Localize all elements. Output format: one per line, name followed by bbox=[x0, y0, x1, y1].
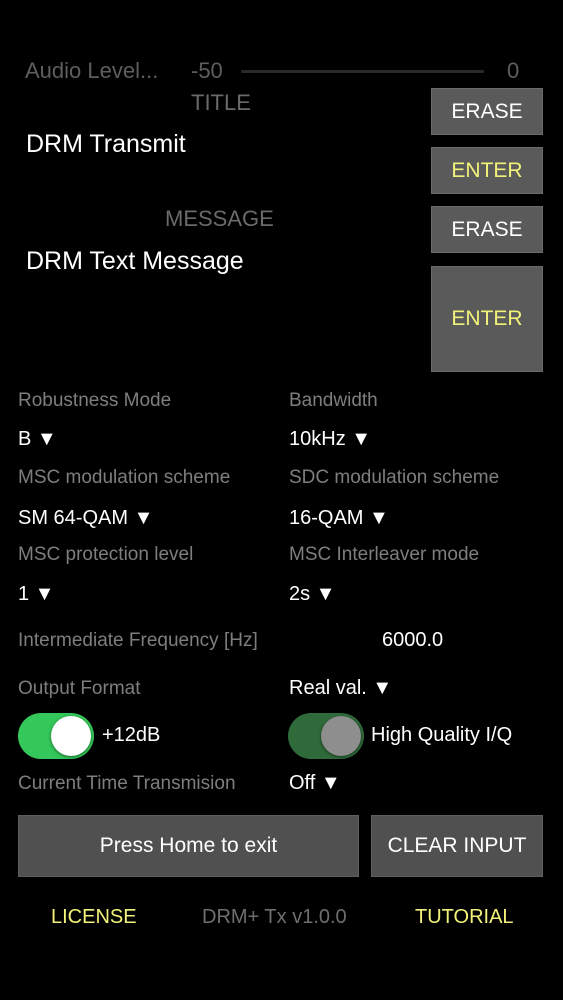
robustness-label: Robustness Mode bbox=[18, 390, 172, 411]
if-frequency-input[interactable]: 6000.0 bbox=[382, 629, 443, 652]
msc-protection-select[interactable]: 1 ▼ bbox=[18, 583, 54, 606]
title-heading: TITLE bbox=[191, 90, 251, 115]
robustness-select[interactable]: B ▼ bbox=[18, 428, 57, 451]
msc-interleaver-label: MSC Interleaver mode bbox=[289, 544, 480, 565]
output-format-select[interactable]: Real val. ▼ bbox=[289, 677, 392, 700]
message-erase-button[interactable]: ERASE bbox=[431, 206, 543, 253]
press-home-button[interactable]: Press Home to exit bbox=[18, 815, 359, 877]
time-transmission-label: Current Time Transmision bbox=[18, 773, 236, 794]
msc-protection-label: MSC protection level bbox=[18, 544, 194, 565]
msc-interleaver-select[interactable]: 2s ▼ bbox=[289, 583, 335, 606]
title-erase-button[interactable]: ERASE bbox=[431, 88, 543, 135]
gain-toggle[interactable] bbox=[18, 713, 94, 759]
hq-iq-toggle[interactable] bbox=[288, 713, 364, 759]
message-heading: MESSAGE bbox=[165, 206, 274, 231]
audio-level-label: Audio Level... bbox=[25, 58, 159, 83]
if-frequency-label: Intermediate Frequency [Hz] bbox=[18, 630, 258, 651]
bandwidth-select[interactable]: 10kHz ▼ bbox=[289, 428, 371, 451]
msc-modulation-label: MSC modulation scheme bbox=[18, 467, 231, 488]
msc-modulation-select[interactable]: SM 64-QAM ▼ bbox=[18, 507, 153, 530]
license-link[interactable]: LICENSE bbox=[51, 906, 137, 929]
hq-iq-toggle-knob bbox=[321, 716, 361, 756]
audio-level-min: -50 bbox=[191, 58, 223, 83]
message-enter-button[interactable]: ENTER bbox=[431, 266, 543, 372]
gain-toggle-knob bbox=[51, 716, 91, 756]
title-enter-button[interactable]: ENTER bbox=[431, 147, 543, 194]
tutorial-link[interactable]: TUTORIAL bbox=[415, 906, 514, 929]
hq-iq-toggle-label: High Quality I/Q bbox=[371, 724, 513, 746]
sdc-modulation-select[interactable]: 16-QAM ▼ bbox=[289, 507, 389, 530]
bandwidth-label: Bandwidth bbox=[289, 390, 378, 411]
gain-toggle-label: +12dB bbox=[102, 724, 161, 746]
audio-level-max: 0 bbox=[507, 58, 520, 83]
output-format-label: Output Format bbox=[18, 678, 141, 699]
version-label: DRM+ Tx v1.0.0 bbox=[202, 906, 347, 928]
title-field[interactable]: DRM Transmit bbox=[26, 130, 186, 159]
sdc-modulation-label: SDC modulation scheme bbox=[289, 467, 500, 488]
time-transmission-select[interactable]: Off ▼ bbox=[289, 772, 341, 795]
clear-input-button[interactable]: CLEAR INPUT bbox=[371, 815, 543, 877]
message-field[interactable]: DRM Text Message bbox=[26, 247, 244, 276]
audio-level-slider[interactable] bbox=[241, 70, 484, 73]
